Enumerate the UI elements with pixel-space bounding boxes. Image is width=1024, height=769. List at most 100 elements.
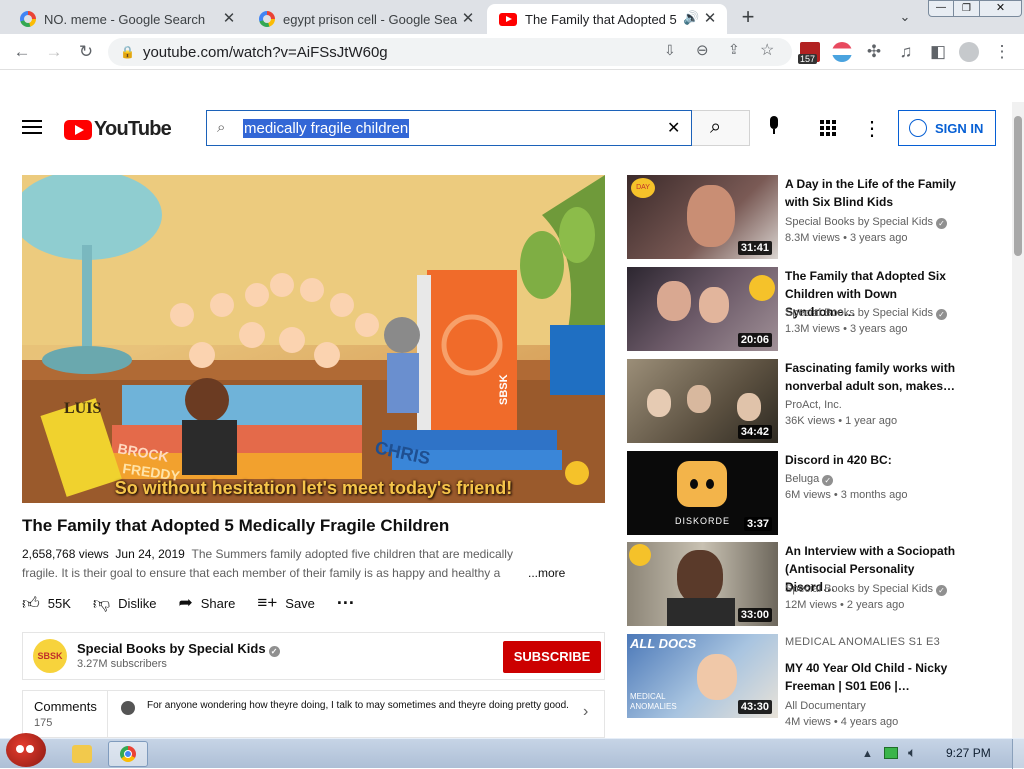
video-actions: 👍︎ 55K 👎︎ Dislike ➦ Share ≡+ Save ···: [22, 590, 377, 616]
tab-search-chevron-down-icon[interactable]: ⌄: [894, 6, 916, 28]
thumbnail-text: ALL DOCS: [630, 636, 697, 651]
minimize-button[interactable]: —: [928, 0, 954, 17]
related-meta: 4M views • 4 years ago: [785, 716, 899, 728]
tab-google-search-egypt[interactable]: egypt prison cell - Google Sea ✕: [247, 4, 485, 34]
extension-calendar-icon[interactable]: 157: [798, 42, 820, 64]
install-app-icon[interactable]: ⇩: [664, 42, 676, 59]
video-thumbnail[interactable]: DISKORDE 3:37: [627, 451, 778, 535]
audio-playing-icon[interactable]: 🔊: [683, 10, 699, 26]
youtube-logo[interactable]: YouTube: [64, 118, 172, 141]
share-label: Share: [200, 595, 236, 611]
channel-name-text: Special Books by Special Kids: [77, 641, 266, 656]
title-line: nonverbal adult son, makes…: [785, 379, 956, 393]
related-video[interactable]: 20:06 The Family that Adopted Six Childre…: [627, 267, 1017, 351]
media-control-icon[interactable]: ♫: [894, 40, 918, 64]
tab-google-search-meme[interactable]: NO. meme - Google Search ✕: [8, 4, 246, 34]
profile-avatar-icon[interactable]: [959, 42, 979, 62]
show-more-link[interactable]: ...more: [528, 564, 565, 583]
subscribe-button[interactable]: SUBSCRIBE: [503, 641, 601, 673]
voice-search-microphone-icon[interactable]: [764, 116, 784, 138]
youtube-header: YouTube ⌕ medically fragile children ✕ ⌕…: [0, 102, 1012, 154]
extension-flag-icon[interactable]: [832, 42, 852, 62]
network-icon[interactable]: [884, 747, 898, 759]
new-tab-button[interactable]: +: [736, 5, 760, 29]
video-player[interactable]: LUIS BROCK FREDDY CHRIS SBSK So without …: [22, 175, 605, 503]
channel-avatar[interactable]: SBSK: [33, 639, 67, 673]
zoom-icon[interactable]: ⊖: [696, 41, 709, 59]
forward-arrow-icon[interactable]: →: [42, 40, 66, 64]
address-bar[interactable]: 🔒 youtube.com/watch?v=AiFSsJtW60g ⇩ ⊖ ⇪ …: [108, 38, 792, 66]
related-video[interactable]: DISKORDE 3:37 Discord in 420 BC: Beluga ✓…: [627, 451, 1017, 535]
volume-icon[interactable]: 🔈︎: [908, 744, 916, 761]
start-button-angry-bird-icon[interactable]: [6, 733, 46, 767]
tab-youtube-video[interactable]: The Family that Adopted 5 🔊 ✕: [487, 4, 727, 34]
related-meta: 36K views • 1 year ago: [785, 415, 898, 427]
related-channel[interactable]: Special Books by Special Kids ✓: [785, 214, 947, 230]
hamburger-menu-icon[interactable]: [22, 118, 42, 134]
share-icon[interactable]: ⇪: [728, 41, 740, 58]
dislike-button[interactable]: 👎︎ Dislike: [93, 593, 157, 614]
verified-check-icon: ✓: [822, 475, 834, 486]
related-channel[interactable]: ProAct, Inc.: [785, 397, 842, 413]
video-description[interactable]: 2,658,768 views Jun 24, 2019 The Summers…: [22, 545, 572, 583]
sign-in-button[interactable]: SIGN IN: [898, 110, 996, 146]
close-tab-icon[interactable]: ✕: [459, 10, 477, 28]
side-panel-icon[interactable]: ◧: [926, 40, 950, 64]
close-window-button[interactable]: ✕: [980, 0, 1022, 17]
dislike-label: Dislike: [118, 595, 157, 611]
duration-badge: 31:41: [737, 241, 772, 255]
like-button[interactable]: 👍︎ 55K: [22, 593, 71, 614]
related-video[interactable]: DAY 31:41 A Day in the Life of the Famil…: [627, 175, 1017, 259]
restore-button[interactable]: ❐: [954, 0, 980, 17]
close-tab-icon[interactable]: ✕: [220, 10, 238, 28]
related-channel[interactable]: Special Books by Special Kids ✓: [785, 581, 947, 597]
system-clock[interactable]: 9:27 PM: [946, 746, 991, 760]
title-line: with Six Blind Kids: [785, 195, 894, 209]
related-channel[interactable]: Beluga ✓: [785, 471, 834, 487]
series-label: MEDICAL ANOMALIES S1 E3: [785, 636, 941, 648]
page-scrollbar[interactable]: [1012, 102, 1024, 738]
settings-more-icon[interactable]: ⋮: [862, 116, 882, 141]
url-text: youtube.com/watch?v=AiFSsJtW60g: [142, 43, 388, 61]
clear-search-icon[interactable]: ✕: [667, 118, 680, 138]
video-thumbnail[interactable]: 33:00: [627, 542, 778, 626]
video-thumbnail[interactable]: ALL DOCS MEDICAL ANOMALIES 43:30: [627, 634, 778, 718]
more-actions-icon[interactable]: ···: [337, 593, 355, 614]
scrollbar-thumb[interactable]: [1014, 116, 1022, 256]
save-button[interactable]: ≡+ Save: [257, 593, 315, 613]
search-button[interactable]: ⌕: [692, 110, 750, 146]
bookmark-star-icon[interactable]: ☆: [760, 40, 774, 60]
duration-badge: 3:37: [743, 517, 772, 531]
comments-teaser[interactable]: Comments 175 For anyone wondering how th…: [22, 690, 605, 738]
tab-title: NO. meme - Google Search: [44, 11, 206, 27]
related-title[interactable]: Fascinating family works with nonverbal a…: [785, 359, 965, 395]
channel-name[interactable]: Special Books by Special Kids ✓: [77, 641, 280, 657]
apps-grid-icon[interactable]: [820, 120, 836, 136]
search-input[interactable]: ⌕ medically fragile children ✕: [206, 110, 692, 146]
close-tab-icon[interactable]: ✕: [701, 10, 719, 28]
video-thumbnail[interactable]: 20:06: [627, 267, 778, 351]
related-title[interactable]: Discord in 420 BC:: [785, 451, 965, 469]
search-icon: ⌕: [710, 116, 722, 138]
related-video[interactable]: 33:00 An Interview with a Sociopath (Anti…: [627, 542, 1017, 626]
share-button[interactable]: ➦ Share: [178, 593, 235, 613]
related-title[interactable]: A Day in the Life of the Family with Six …: [785, 175, 965, 211]
verified-check-icon: ✓: [268, 646, 280, 657]
taskbar-chrome-button[interactable]: [108, 741, 148, 767]
back-arrow-icon[interactable]: ←: [10, 40, 34, 64]
extensions-puzzle-icon[interactable]: ✣: [862, 40, 886, 64]
show-desktop-button[interactable]: [1012, 739, 1024, 769]
reload-icon[interactable]: ↻: [74, 40, 98, 64]
video-thumbnail[interactable]: DAY 31:41: [627, 175, 778, 259]
related-video[interactable]: ALL DOCS MEDICAL ANOMALIES 43:30 MEDICAL…: [627, 634, 1017, 728]
search-query-text: medically fragile children: [243, 118, 410, 138]
related-channel[interactable]: Special Books by Special Kids ✓: [785, 305, 947, 321]
related-title[interactable]: MY 40 Year Old Child - Nicky Freeman | S0…: [785, 659, 965, 695]
tray-expand-icon[interactable]: ▲: [862, 748, 873, 760]
video-thumbnail[interactable]: 34:42: [627, 359, 778, 443]
related-channel[interactable]: All Documentary: [785, 698, 866, 714]
file-explorer-icon[interactable]: [72, 745, 92, 763]
channel-name-text: Special Books by Special Kids: [785, 583, 933, 595]
related-video[interactable]: 34:42 Fascinating family works with nonve…: [627, 359, 1017, 443]
chrome-menu-icon[interactable]: ⋮: [990, 40, 1014, 64]
